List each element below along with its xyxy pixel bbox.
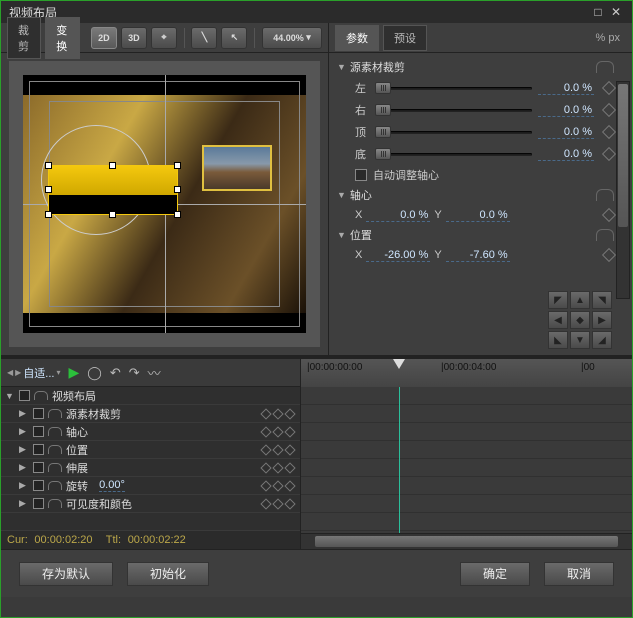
property-tree: ▼ 视频布局 ▶ 源素材裁剪 ▶ 轴心 ▶ 位置 ▶ 伸展 [1, 387, 300, 531]
nav-ne[interactable]: ◥ [592, 291, 612, 309]
keyframe-toggle[interactable] [602, 147, 616, 161]
value-crop-top[interactable]: 0.0 % [538, 126, 594, 139]
tree-row[interactable]: ▶ 伸展 [1, 459, 300, 477]
nav-sw[interactable]: ◣ [548, 331, 568, 349]
tab-presets[interactable]: 预设 [383, 25, 427, 51]
tree-row[interactable]: ▶ 轴心 [1, 423, 300, 441]
tree-row-root[interactable]: ▼ 视频布局 [1, 387, 300, 405]
keyframe-toggle[interactable] [602, 208, 616, 222]
loop-button[interactable]: ◯ [87, 365, 102, 381]
tree-row[interactable]: ▶ 源素材裁剪 [1, 405, 300, 423]
mode-2d-button[interactable]: 2D [91, 27, 117, 49]
nav-left[interactable]: ◀ [548, 311, 568, 329]
checkbox-auto-center[interactable] [355, 169, 367, 181]
nav-right[interactable]: ▶ [592, 311, 612, 329]
nav-se[interactable]: ◢ [592, 331, 612, 349]
expand-icon: ▼ [337, 230, 346, 240]
timeline-ruler[interactable]: |00:00:00:00 |00:00:04:00 |00 [301, 359, 632, 387]
nav-pad: ◤ ▲ ◥ ◀ ◆ ▶ ◣ ▼ ◢ [548, 291, 612, 349]
value-position-y[interactable]: -7.60 % [446, 249, 510, 262]
slider-crop-top[interactable] [375, 125, 532, 139]
param-scrollbar[interactable] [616, 81, 630, 299]
tab-transform[interactable]: 变换 [45, 17, 79, 59]
expand-icon: ▼ [337, 62, 346, 72]
value-rotation[interactable]: 0.00° [99, 479, 125, 492]
preview-area[interactable] [9, 61, 320, 347]
tab-parameters[interactable]: 参数 [335, 25, 379, 51]
reset-icon[interactable] [596, 61, 614, 73]
reset-icon[interactable] [596, 189, 614, 201]
expand-icon: ▼ [337, 190, 346, 200]
value-position-x[interactable]: -26.00 % [366, 249, 430, 262]
play-button[interactable]: ▶ [69, 364, 80, 381]
keyframe-toggle[interactable] [602, 103, 616, 117]
tab-crop[interactable]: 裁剪 [7, 17, 41, 59]
status-bar: Cur: 00:00:02:20 Ttl: 00:00:02:22 [1, 531, 300, 549]
timeline-scrollbar[interactable] [301, 533, 632, 549]
keyframe-toggle[interactable] [602, 125, 616, 139]
ok-button[interactable]: 确定 [460, 562, 530, 586]
nav-nw[interactable]: ◤ [548, 291, 568, 309]
cancel-button[interactable]: 取消 [544, 562, 614, 586]
maximize-button[interactable]: □ [590, 5, 606, 19]
slider-crop-left[interactable] [375, 81, 532, 95]
section-axis[interactable]: ▼ 轴心 [337, 185, 614, 205]
close-button[interactable]: ✕ [608, 5, 624, 19]
mode-3d-button[interactable]: 3D [121, 27, 147, 49]
graph-button[interactable]: 〰 [148, 363, 161, 382]
value-axis-x[interactable]: 0.0 % [366, 209, 430, 222]
save-default-button[interactable]: 存为默认 [19, 562, 113, 586]
parameters-panel: ▼ 源素材裁剪 左 0.0 % 右 0.0 % 顶 0.0 % [329, 53, 632, 355]
tool-pointer-button[interactable]: ↖ [221, 27, 247, 49]
tool-line-button[interactable]: ╲ [191, 27, 217, 49]
unit-toggle[interactable]: % px [596, 32, 620, 44]
zoom-combo[interactable]: 44.00% ▾ [262, 27, 322, 49]
left-toolbar: 裁剪 变换 2D 3D ⌖ ╲ ↖ 44.00% ▾ [1, 23, 328, 53]
keyframe-toggle[interactable] [602, 248, 616, 262]
slider-crop-bottom[interactable] [375, 147, 532, 161]
right-toolbar: 参数 预设 % px [329, 23, 632, 53]
section-position[interactable]: ▼ 位置 [337, 225, 614, 245]
pip-thumbnail[interactable] [202, 145, 272, 191]
value-crop-right[interactable]: 0.0 % [538, 104, 594, 117]
value-crop-bottom[interactable]: 0.0 % [538, 148, 594, 161]
nav-center[interactable]: ◆ [570, 311, 590, 329]
undo-button[interactable]: ↶ [110, 365, 121, 381]
selection-box[interactable] [48, 165, 178, 215]
nav-up[interactable]: ▲ [570, 291, 590, 309]
timeline-body[interactable] [301, 387, 632, 533]
nav-down[interactable]: ▼ [570, 331, 590, 349]
keyframe-toggle[interactable] [602, 81, 616, 95]
reset-button[interactable]: 初始化 [127, 562, 209, 586]
timeline-cursor[interactable] [399, 387, 400, 533]
slider-crop-right[interactable] [375, 103, 532, 117]
value-axis-y[interactable]: 0.0 % [446, 209, 510, 222]
titlebar: 视频布局 □ ✕ [1, 1, 632, 23]
tree-row-rotation[interactable]: ▶ 旋转 0.00° [1, 477, 300, 495]
guide-button[interactable]: ⌖ [151, 27, 177, 49]
redo-button[interactable]: ↷ [129, 365, 140, 381]
value-crop-left[interactable]: 0.0 % [538, 82, 594, 95]
tree-row[interactable]: ▶ 可见度和颜色 [1, 495, 300, 513]
section-source-crop[interactable]: ▼ 源素材裁剪 [337, 57, 614, 77]
reset-icon[interactable] [596, 229, 614, 241]
timeline-left-toolbar: ◀▶ 自适... ▾ ▶ ◯ ↶ ↷ 〰 [1, 359, 300, 387]
track-combo[interactable]: ◀▶ 自适... ▾ [7, 365, 61, 381]
tree-row[interactable]: ▶ 位置 [1, 441, 300, 459]
footer: 存为默认 初始化 确定 取消 [1, 549, 632, 597]
